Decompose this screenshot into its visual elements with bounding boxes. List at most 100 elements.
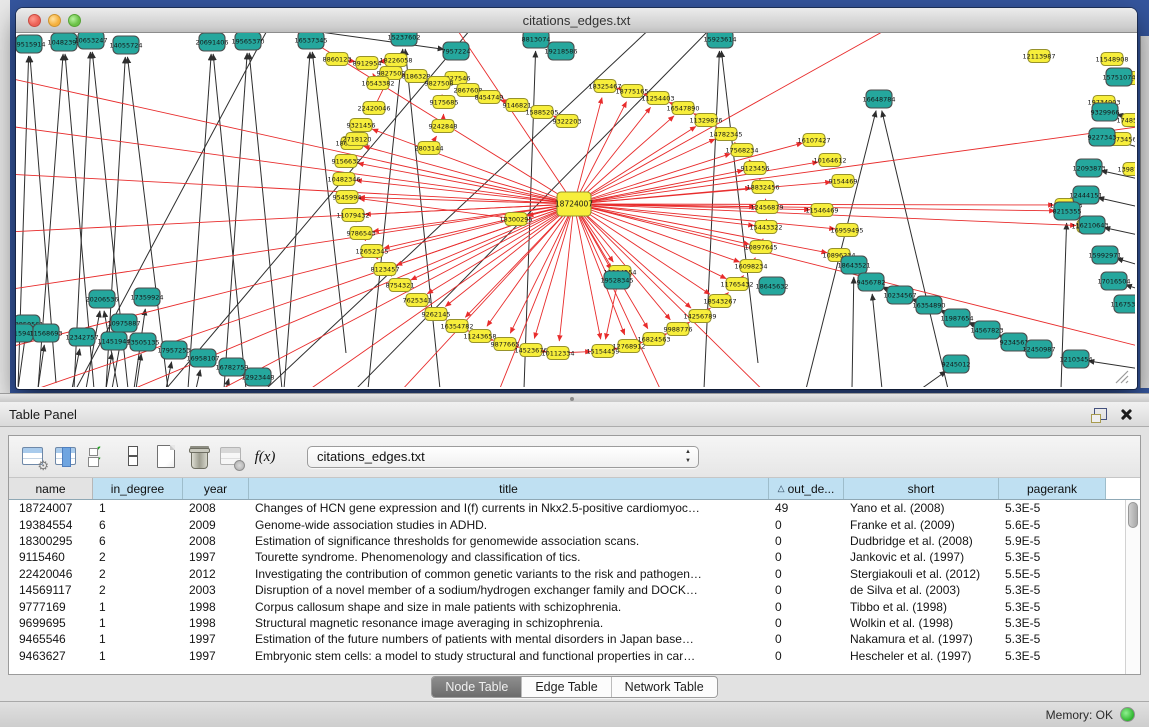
- cell-title[interactable]: Genome-wide association studies in ADHD.: [249, 518, 769, 532]
- graph-node[interactable]: 15992971: [1088, 246, 1121, 264]
- row-height-icon[interactable]: [118, 443, 148, 471]
- graph-node[interactable]: 11987654: [940, 309, 973, 327]
- cell-pagerank[interactable]: 5.3E-5: [999, 649, 1106, 663]
- cell-year[interactable]: 1998: [183, 616, 249, 630]
- graph-node[interactable]: 20206536: [85, 290, 118, 308]
- graph-node[interactable]: 19515914: [16, 35, 46, 53]
- table-columns-icon[interactable]: [52, 443, 82, 471]
- network-window-titlebar[interactable]: citations_edges.txt: [16, 8, 1137, 33]
- cell-pagerank[interactable]: 5.3E-5: [999, 616, 1106, 630]
- cell-name[interactable]: 9699695: [9, 616, 93, 630]
- graph-node[interactable]: 16959495: [830, 224, 863, 237]
- graph-node[interactable]: 18226058: [379, 54, 412, 67]
- table-row[interactable]: 1938455462009Genome-wide association stu…: [9, 516, 1125, 532]
- graph-node[interactable]: 18645632: [755, 277, 788, 295]
- cell-in_degree[interactable]: 6: [93, 534, 183, 548]
- zoom-window-button[interactable]: [68, 14, 81, 27]
- cell-out_de[interactable]: 0: [769, 518, 844, 532]
- graph-node[interactable]: 12450987: [1022, 340, 1055, 358]
- graph-node[interactable]: 14567823: [970, 321, 1003, 339]
- graph-node[interactable]: 9545994: [333, 191, 362, 204]
- cell-year[interactable]: 2008: [183, 501, 249, 515]
- graph-node[interactable]: 12103454: [1059, 350, 1092, 368]
- cell-in_degree[interactable]: 2: [93, 583, 183, 597]
- cell-short[interactable]: Franke et al. (2009): [844, 518, 999, 532]
- cell-short[interactable]: Wolkin et al. (1998): [844, 616, 999, 630]
- cell-title[interactable]: Changes of HCN gene expression and I(f) …: [249, 501, 769, 515]
- graph-node[interactable]: 9786543: [347, 227, 376, 240]
- graph-node[interactable]: 14782345: [709, 128, 742, 141]
- cell-year[interactable]: 2008: [183, 534, 249, 548]
- graph-node[interactable]: 9156632: [332, 155, 361, 168]
- graph-node[interactable]: 8754321: [386, 279, 415, 292]
- graph-node[interactable]: 8123457: [371, 263, 400, 276]
- function-icon[interactable]: f(x): [250, 443, 280, 471]
- cell-short[interactable]: Dudbridge et al. (2008): [844, 534, 999, 548]
- graph-node[interactable]: 11765432: [720, 278, 753, 291]
- graph-node[interactable]: 7625341: [403, 294, 432, 307]
- table-row[interactable]: 2242004622012Investigating the contribut…: [9, 566, 1125, 582]
- graph-node[interactable]: 16648784: [862, 90, 895, 108]
- cell-name[interactable]: 9465546: [9, 632, 93, 646]
- cell-short[interactable]: Yano et al. (2008): [844, 501, 999, 515]
- table-row[interactable]: 977716911998Corpus callosum shape and si…: [9, 598, 1125, 614]
- graph-node[interactable]: 10975887: [107, 314, 140, 332]
- select-columns-icon[interactable]: [85, 443, 115, 471]
- network-graph-canvas[interactable]: 1872400793214561860123491566321048234695…: [16, 33, 1135, 387]
- cell-year[interactable]: 1998: [183, 600, 249, 614]
- cell-out_de[interactable]: 0: [769, 550, 844, 564]
- graph-node[interactable]: 8215355: [1053, 202, 1082, 220]
- graph-node[interactable]: 16210643: [1075, 216, 1108, 234]
- graph-node[interactable]: 9321456: [347, 119, 376, 132]
- tab-node-table[interactable]: Node Table: [432, 677, 521, 697]
- float-panel-icon[interactable]: [1094, 408, 1107, 420]
- column-header-in_degree[interactable]: in_degree: [93, 478, 183, 499]
- new-table-icon[interactable]: [151, 443, 181, 471]
- column-header-pagerank[interactable]: pagerank: [999, 478, 1106, 499]
- graph-node[interactable]: 11568693: [29, 324, 62, 342]
- graph-node[interactable]: 8813074: [522, 33, 551, 48]
- graph-node[interactable]: 8454749: [475, 91, 504, 104]
- cell-pagerank[interactable]: 5.3E-5: [999, 632, 1106, 646]
- cell-name[interactable]: 14569117: [9, 583, 93, 597]
- column-header-title[interactable]: title: [249, 478, 769, 499]
- graph-node[interactable]: 11548908: [1095, 53, 1128, 66]
- graph-node[interactable]: 9175685: [430, 96, 459, 109]
- graph-node[interactable]: 12342757: [65, 328, 98, 346]
- graph-node[interactable]: 8860123: [323, 53, 352, 66]
- graph-node[interactable]: 15443322: [749, 221, 782, 234]
- resize-grip-icon[interactable]: [1116, 371, 1128, 383]
- graph-node[interactable]: 9245012: [942, 355, 971, 373]
- cell-short[interactable]: Jankovic et al. (1997): [844, 550, 999, 564]
- graph-node[interactable]: 19218586: [544, 42, 577, 60]
- table-row[interactable]: 946362711997Embryonic stem cells: a mode…: [9, 648, 1125, 664]
- cell-pagerank[interactable]: 5.3E-5: [999, 583, 1106, 597]
- column-header-year[interactable]: year: [183, 478, 249, 499]
- graph-node[interactable]: 18543267: [703, 295, 736, 308]
- graph-node[interactable]: 13505135: [126, 333, 159, 351]
- cell-name[interactable]: 9777169: [9, 600, 93, 614]
- cell-year[interactable]: 2003: [183, 583, 249, 597]
- vertical-scrollbar[interactable]: [1125, 500, 1140, 674]
- graph-node[interactable]: 12444151: [1069, 186, 1102, 204]
- cell-in_degree[interactable]: 6: [93, 518, 183, 532]
- table-row[interactable]: 969969511998Structural magnetic resonanc…: [9, 615, 1125, 631]
- tab-edge-table[interactable]: Edge Table: [521, 677, 610, 697]
- graph-node[interactable]: 10482346: [327, 173, 360, 186]
- graph-node[interactable]: 17359924: [130, 288, 163, 306]
- panel-splitter[interactable]: [0, 393, 1149, 402]
- scrollbar-thumb[interactable]: [1128, 502, 1138, 528]
- graph-node[interactable]: 10653247: [74, 33, 107, 49]
- graph-node[interactable]: 11329876: [689, 114, 722, 127]
- graph-node[interactable]: 16098234: [734, 260, 767, 273]
- table-row[interactable]: 1872400712008Changes of HCN gene express…: [9, 500, 1125, 516]
- cell-in_degree[interactable]: 1: [93, 632, 183, 646]
- graph-node[interactable]: 18832456: [746, 181, 779, 194]
- graph-node[interactable]: 13987456: [1117, 163, 1135, 176]
- tab-network-table[interactable]: Network Table: [611, 677, 717, 697]
- cell-pagerank[interactable]: 5.3E-5: [999, 550, 1106, 564]
- graph-node[interactable]: 9154469: [829, 175, 858, 188]
- close-window-button[interactable]: [28, 14, 41, 27]
- cell-out_de[interactable]: 0: [769, 649, 844, 663]
- graph-node[interactable]: 9227343: [1088, 128, 1117, 146]
